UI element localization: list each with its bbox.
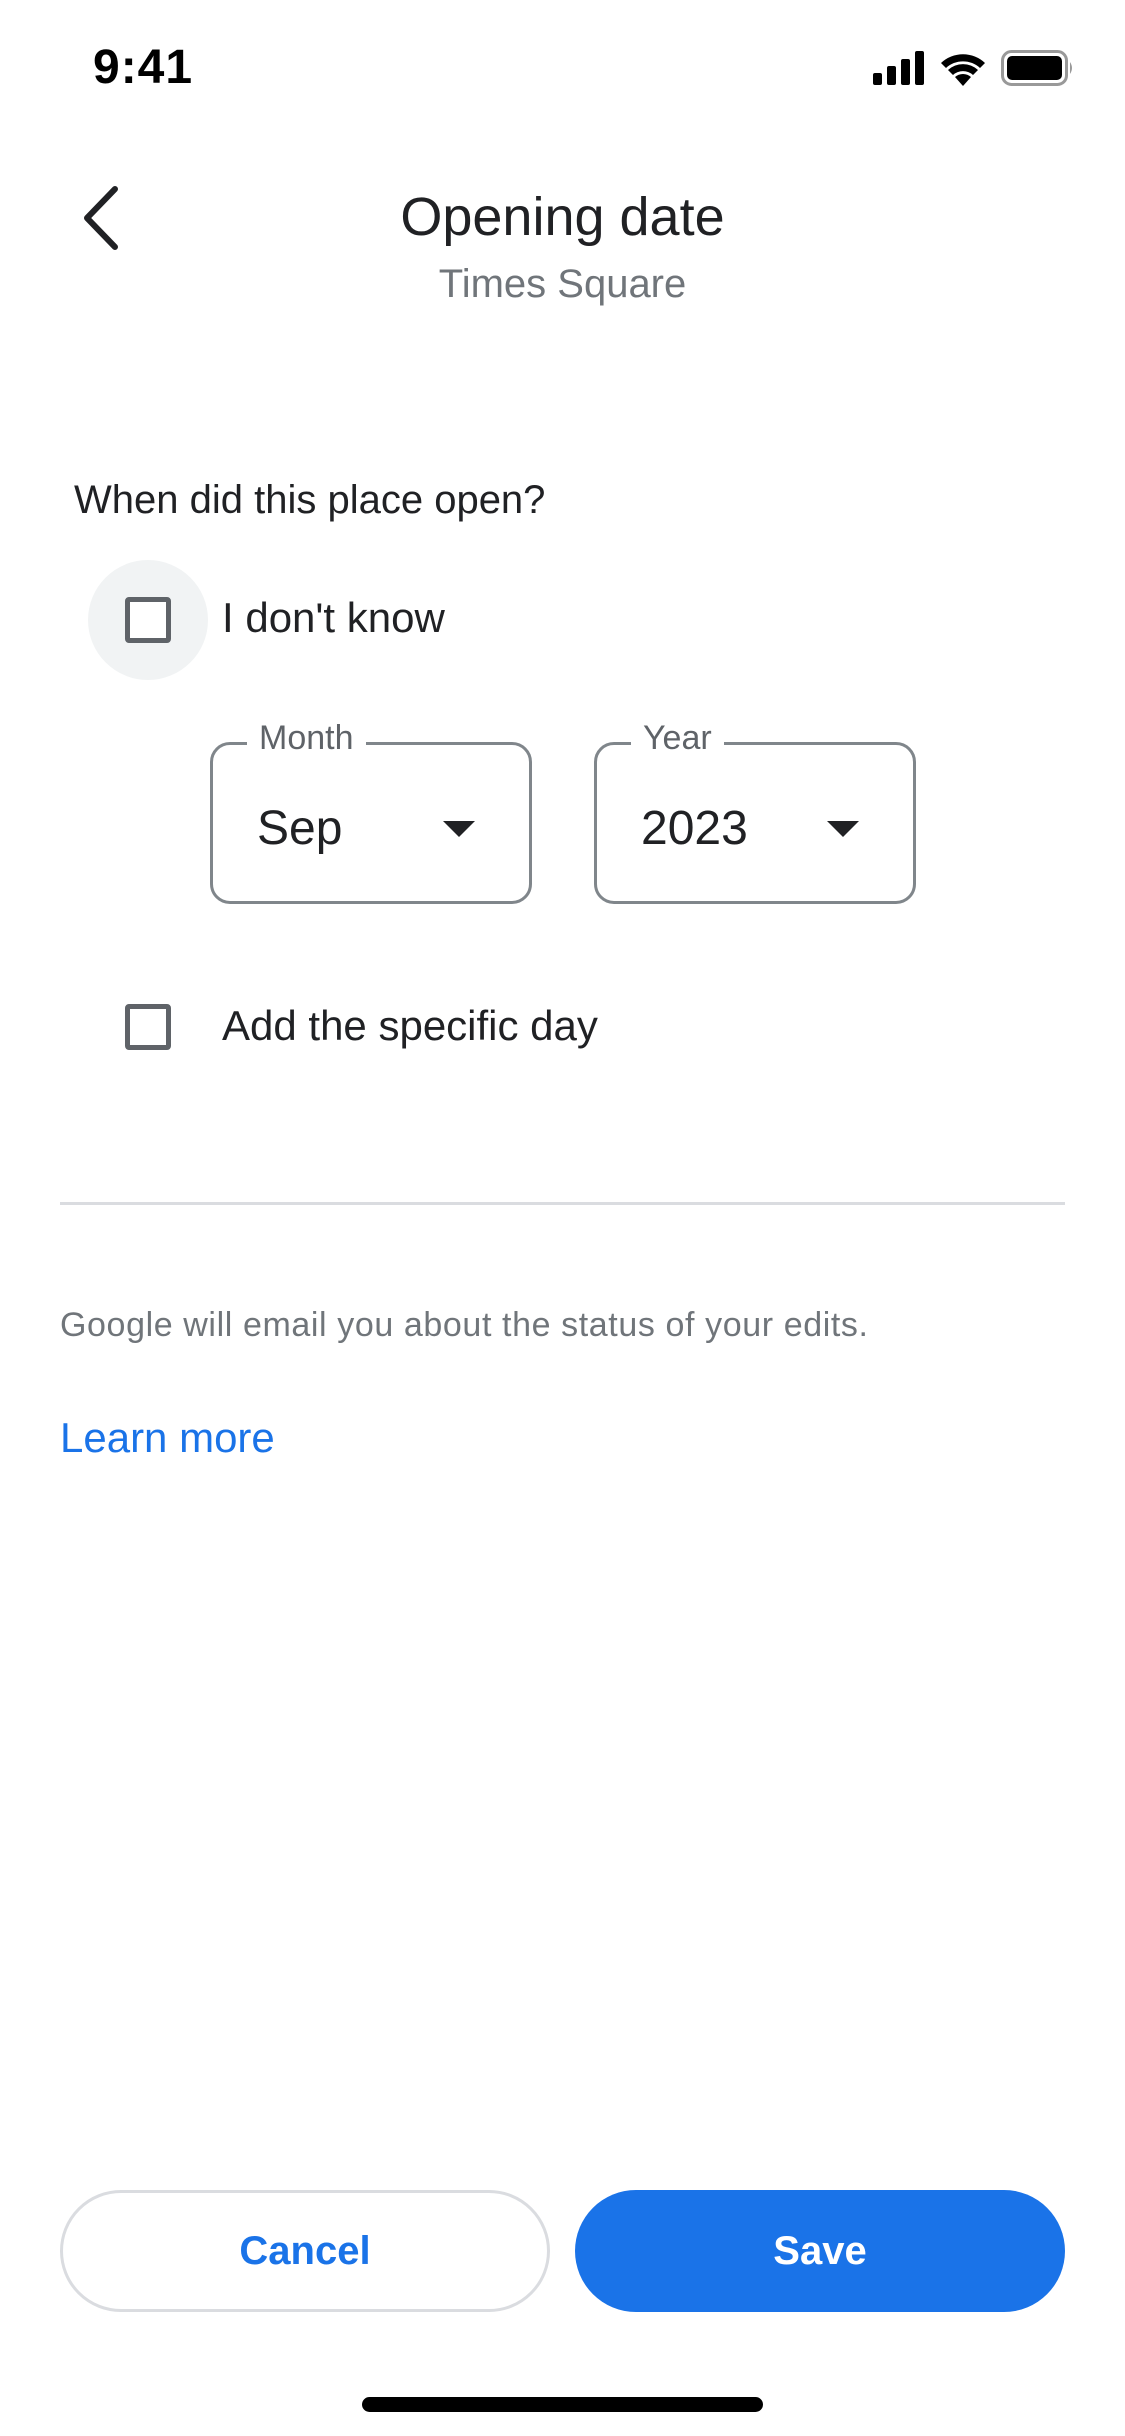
question-text: When did this place open? [74, 478, 546, 522]
battery-icon [1001, 49, 1075, 91]
learn-more-link[interactable]: Learn more [60, 1414, 275, 1462]
cancel-button[interactable]: Cancel [60, 2190, 550, 2312]
edit-status-info: Google will email you about the status o… [60, 1306, 869, 1344]
specific-day-checkbox[interactable] [125, 1004, 171, 1050]
year-select-label: Year [631, 719, 724, 758]
dont-know-checkbox[interactable] [125, 597, 171, 643]
year-select[interactable]: Year 2023 [594, 719, 916, 904]
month-select[interactable]: Month Sep [210, 719, 532, 904]
save-button[interactable]: Save [575, 2190, 1065, 2312]
status-icons [873, 49, 1075, 91]
home-indicator [362, 2397, 763, 2412]
cellular-signal-icon [873, 50, 925, 90]
month-select-label: Month [247, 719, 366, 758]
dropdown-arrow-icon [827, 821, 859, 837]
dont-know-label[interactable]: I don't know [222, 594, 445, 642]
wifi-icon [939, 50, 987, 91]
status-time: 9:41 [93, 41, 194, 94]
month-select-value: Sep [257, 802, 343, 855]
year-select-value: 2023 [641, 802, 748, 855]
page-title: Opening date [400, 187, 725, 247]
page-subtitle: Times Square [438, 262, 687, 306]
divider [60, 1202, 1065, 1205]
dropdown-arrow-icon [443, 821, 475, 837]
specific-day-label[interactable]: Add the specific day [222, 1002, 598, 1050]
